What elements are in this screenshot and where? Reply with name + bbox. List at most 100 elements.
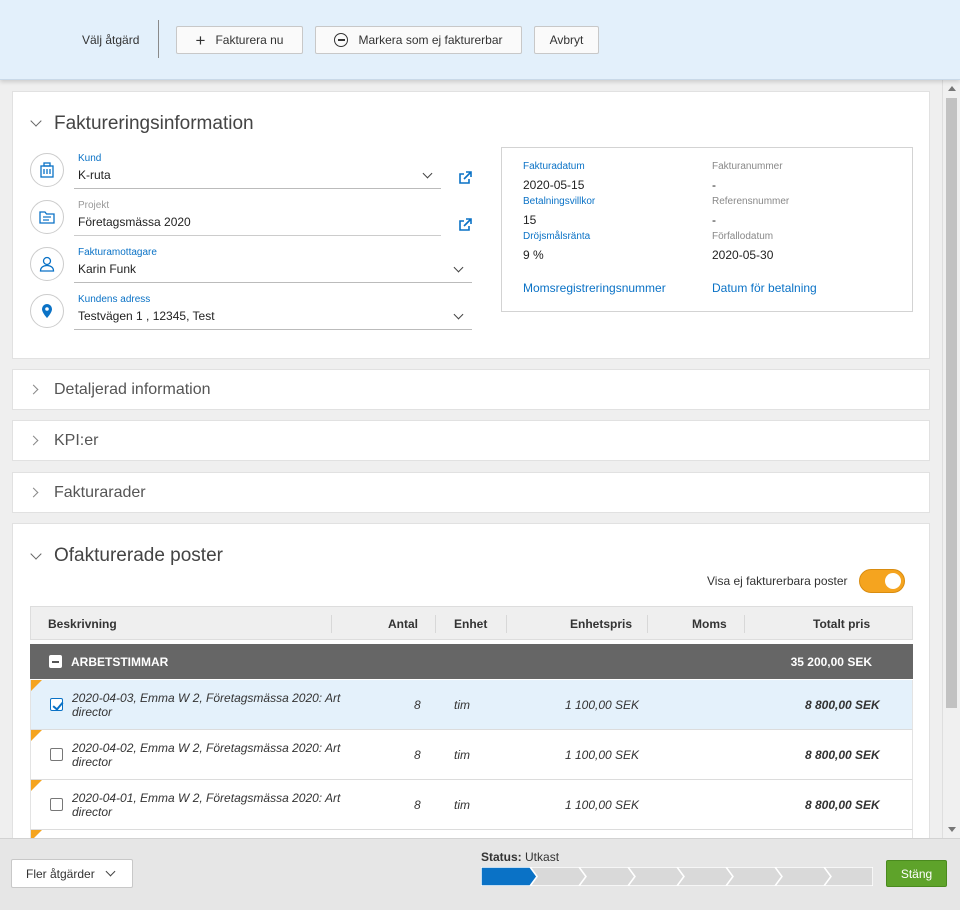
mark-non-billable-button[interactable]: Markera som ej fakturerbar (315, 26, 522, 54)
row-unit-price: 1 100,00 SEK (565, 748, 640, 762)
invoice-rows-title: Fakturarader (54, 484, 146, 501)
progress-step (823, 867, 873, 886)
payment-date-link[interactable]: Datum för betalning (712, 281, 817, 295)
row-checkbox[interactable] (50, 748, 63, 761)
row-total: 8 800,00 SEK (805, 698, 880, 712)
row-unit-price: 1 100,00 SEK (565, 798, 640, 812)
column-quantity[interactable]: Antal (388, 617, 418, 631)
group-total: 35 200,00 SEK (790, 655, 872, 669)
cancel-button[interactable]: Avbryt (534, 26, 599, 54)
billing-info-panel: Faktureringsinformation Kund K-ruta Proj… (12, 91, 930, 359)
table-row[interactable]: 2020-04-03, Emma W 2, Företagsmässa 2020… (30, 680, 913, 730)
invoice-rows-section[interactable]: Fakturarader (12, 472, 930, 513)
row-description: 2020-04-02, Emma W 2, Företagsmässa 2020… (72, 741, 341, 769)
row-unit: tim (454, 748, 470, 762)
customer-value: K-ruta (78, 168, 111, 182)
status-text: Status: Utkast (481, 850, 559, 864)
invoice-now-button[interactable]: + Fakturera nu (176, 26, 303, 54)
kpi-title: KPI:er (54, 432, 99, 449)
customer-select[interactable]: Kund K-ruta (74, 153, 441, 189)
chevron-down-icon (453, 262, 464, 273)
external-link-icon[interactable] (458, 218, 472, 232)
recipient-select[interactable]: Fakturamottagare Karin Funk (74, 247, 472, 283)
column-vat[interactable]: Moms (692, 617, 727, 631)
toggle-knob (885, 573, 901, 589)
unbilled-items-panel: Ofakturerade poster Visa ej fakturerbara… (12, 523, 930, 838)
scroll-down-icon[interactable] (948, 827, 956, 832)
main-content: Faktureringsinformation Kund K-ruta Proj… (0, 80, 942, 838)
flag-marker (31, 730, 42, 741)
unbilled-title[interactable]: Ofakturerade poster (54, 545, 223, 567)
progress-step (481, 867, 538, 886)
footer-bar: Fler åtgärder Status: Utkast Stäng (0, 838, 960, 910)
project-label: Projekt (78, 200, 110, 211)
table-header: Beskrivning Antal Enhet Enhetspris Moms … (30, 606, 913, 640)
table-row-partial[interactable] (30, 830, 913, 838)
address-value: Testvägen 1 , 12345, Test (78, 309, 215, 323)
minus-circle-icon (334, 33, 349, 47)
column-separator (506, 615, 507, 633)
row-checkbox[interactable] (50, 698, 63, 711)
action-toolbar: Välj åtgärd + Fakturera nu Markera som e… (0, 0, 960, 80)
scroll-up-icon[interactable] (948, 86, 956, 91)
row-total: 8 800,00 SEK (805, 748, 880, 762)
chevron-down-icon (105, 866, 116, 877)
kpi-section[interactable]: KPI:er (12, 420, 930, 461)
collapse-group-icon[interactable] (49, 655, 62, 668)
row-quantity: 8 (414, 748, 421, 762)
flag-marker (31, 680, 42, 691)
column-unit[interactable]: Enhet (454, 617, 487, 631)
invoice-date-value: 2020-05-15 (523, 178, 585, 192)
collapse-chevron-icon[interactable] (30, 115, 42, 127)
invoice-number-value: - (712, 178, 716, 192)
column-separator (435, 615, 436, 633)
collapse-chevron-icon[interactable] (30, 548, 42, 560)
invoice-date-label: Fakturadatum (523, 161, 585, 172)
column-description[interactable]: Beskrivning (48, 617, 117, 631)
row-quantity: 8 (414, 698, 421, 712)
plus-icon: + (195, 30, 206, 50)
progress-step (578, 867, 636, 886)
cancel-label: Avbryt (549, 33, 584, 47)
progress-step (529, 867, 587, 886)
column-total[interactable]: Totalt pris (813, 617, 870, 631)
progress-step (676, 867, 734, 886)
status-value: Utkast (525, 850, 560, 864)
column-unit-price[interactable]: Enhetspris (570, 617, 632, 631)
address-select[interactable]: Kundens adress Testvägen 1 , 12345, Test (74, 294, 472, 330)
close-label: Stäng (900, 866, 933, 881)
scrollbar-thumb[interactable] (946, 98, 957, 708)
vat-number-link[interactable]: Momsregistreringsnummer (523, 281, 666, 295)
late-interest-label: Dröjsmålsränta (523, 231, 591, 242)
payment-terms-value: 15 (523, 213, 537, 227)
due-date-value: 2020-05-30 (712, 248, 774, 262)
billing-info-title[interactable]: Faktureringsinformation (54, 113, 254, 135)
group-header-work-hours[interactable]: ARBETSTIMMAR 35 200,00 SEK (30, 644, 913, 679)
table-row[interactable]: 2020-04-01, Emma W 2, Företagsmässa 2020… (30, 780, 913, 830)
more-actions-button[interactable]: Fler åtgärder (11, 859, 133, 888)
chevron-right-icon (28, 487, 39, 498)
reference-number-value: - (712, 213, 716, 227)
project-value: Företagsmässa 2020 (78, 215, 191, 229)
row-description: 2020-04-01, Emma W 2, Företagsmässa 2020… (72, 791, 341, 819)
external-link-icon[interactable] (458, 171, 472, 185)
row-unit: tim (454, 698, 470, 712)
invoice-number-label: Fakturanummer (712, 161, 783, 172)
recipient-value: Karin Funk (78, 262, 137, 276)
progress-step (627, 867, 685, 886)
row-total: 8 800,00 SEK (805, 798, 880, 812)
reference-number-label: Referensnummer (712, 196, 790, 207)
close-button[interactable]: Stäng (886, 860, 947, 887)
row-checkbox[interactable] (50, 798, 63, 811)
details-section[interactable]: Detaljerad information (12, 369, 930, 410)
row-description: 2020-04-03, Emma W 2, Företagsmässa 2020… (72, 691, 341, 719)
show-non-billable-toggle[interactable] (859, 569, 905, 593)
table-row[interactable]: 2020-04-02, Emma W 2, Företagsmässa 2020… (30, 730, 913, 780)
row-quantity: 8 (414, 798, 421, 812)
recipient-label: Fakturamottagare (78, 247, 157, 258)
details-title: Detaljerad information (54, 381, 211, 398)
customer-label: Kund (78, 153, 102, 164)
vertical-scrollbar[interactable] (942, 80, 960, 838)
due-date-label: Förfallodatum (712, 231, 774, 242)
toolbar-divider (158, 20, 159, 58)
